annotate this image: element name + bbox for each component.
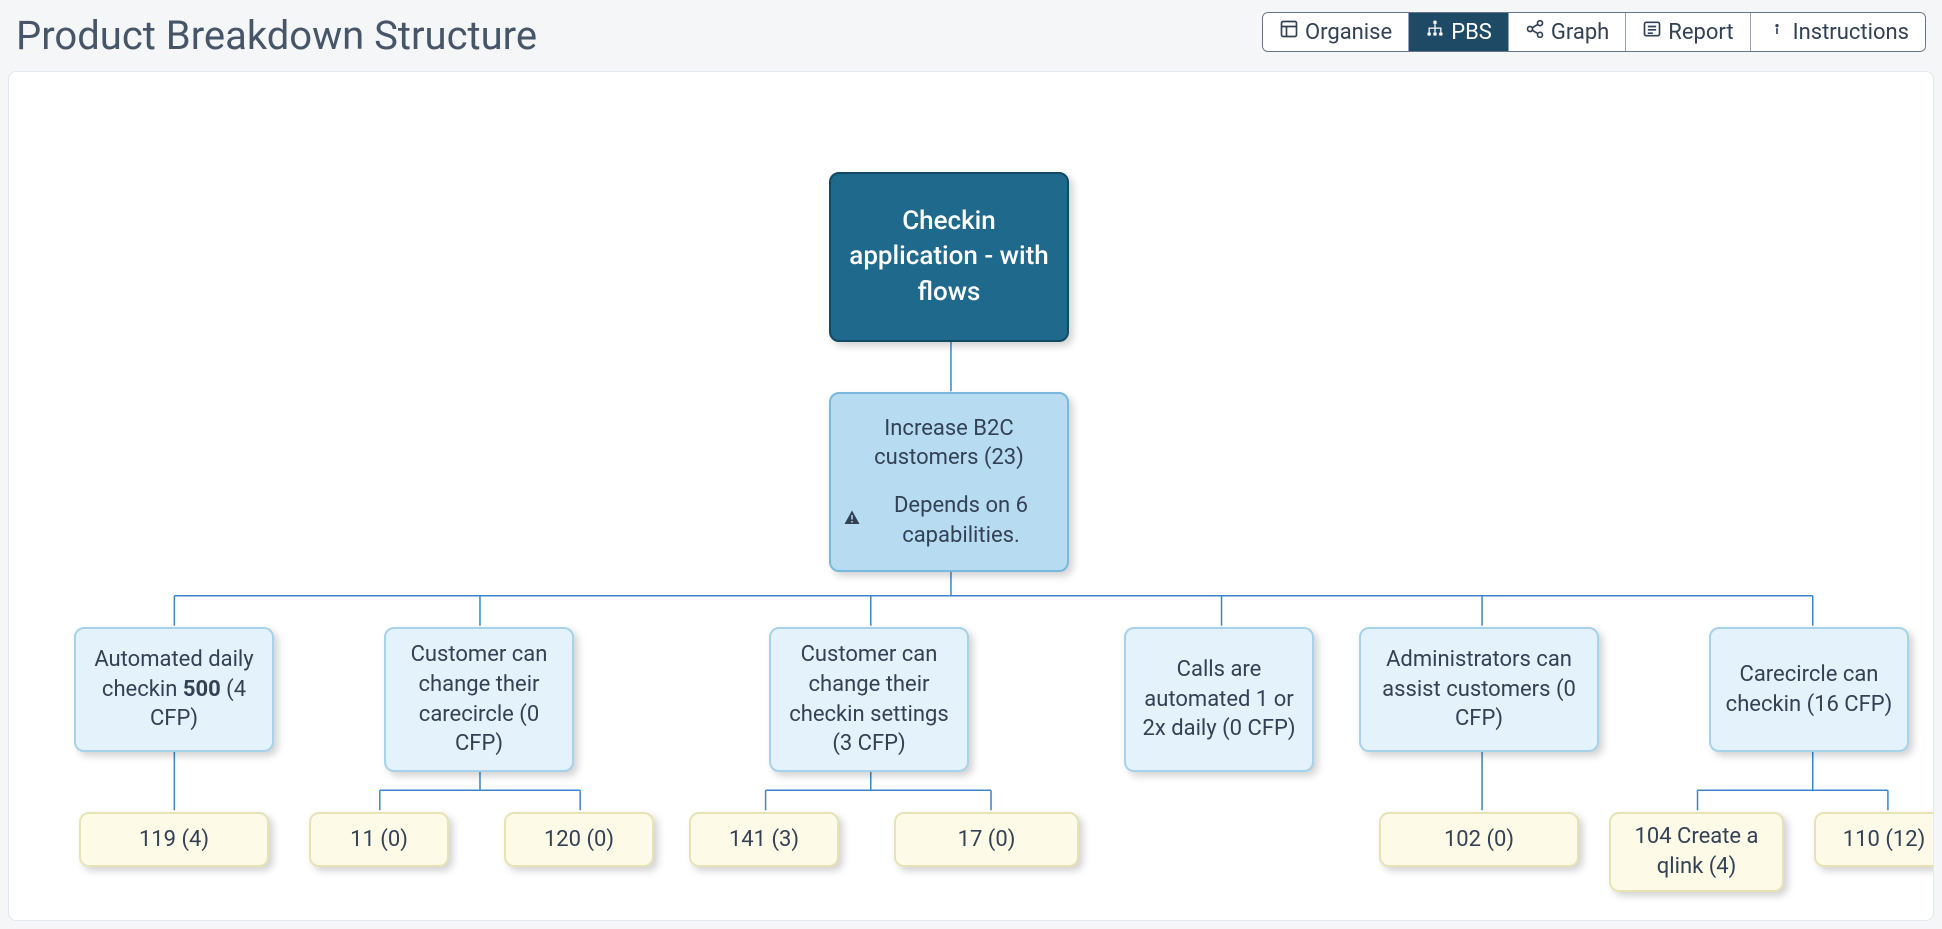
page-title: Product Breakdown Structure [16,12,537,59]
node-label: Administrators can assist customers (0 C… [1373,645,1585,734]
node-label: 110 (12) [1843,825,1925,855]
info-icon [1767,19,1787,45]
node-label: Increase B2C customers (23) [843,414,1055,473]
node-leaf-17[interactable]: 17 (0) [894,812,1079,867]
tab-label: Instructions [1793,20,1909,45]
tab-label: PBS [1451,20,1492,45]
node-root[interactable]: Checkin application - with flows [829,172,1069,342]
node-leaf-119[interactable]: 119 (4) [79,812,269,867]
tab-organise[interactable]: Organise [1263,13,1409,51]
node-cap-change-carecircle[interactable]: Customer can change their carecircle (0 … [384,627,574,772]
node-leaf-102[interactable]: 102 (0) [1379,812,1579,867]
node-cap-automated-checkin[interactable]: Automated daily checkin 500 (4 CFP) [74,627,274,752]
list-icon [1642,19,1662,45]
tab-instructions[interactable]: Instructions [1751,13,1925,51]
warning-icon [843,506,861,536]
node-leaf-141[interactable]: 141 (3) [689,812,839,867]
node-warning: Depends on 6 capabilities. [843,491,1055,550]
node-label: Customer can change their checkin settin… [783,640,955,759]
node-cap-change-settings[interactable]: Customer can change their checkin settin… [769,627,969,772]
layout-icon [1279,19,1299,45]
node-cap-carecircle-checkin[interactable]: Carecircle can checkin (16 CFP) [1709,627,1909,752]
tab-graph[interactable]: Graph [1509,13,1626,51]
node-label: Automated daily checkin 500 (4 CFP) [88,645,260,734]
pbs-canvas: Checkin application - with flows Increas… [8,71,1934,921]
node-label: 104 Create a qlink (4) [1623,822,1770,881]
node-cap-admin-assist[interactable]: Administrators can assist customers (0 C… [1359,627,1599,752]
node-leaf-110[interactable]: 110 (12) [1814,812,1934,867]
node-label: 119 (4) [139,825,209,855]
node-label: 120 (0) [544,825,614,855]
node-label: 141 (3) [729,825,799,855]
sitemap-icon [1425,19,1445,45]
node-label: Calls are automated 1 or 2x daily (0 CFP… [1138,655,1300,744]
node-cap-calls-automated[interactable]: Calls are automated 1 or 2x daily (0 CFP… [1124,627,1314,772]
tab-label: Report [1668,20,1733,45]
node-leaf-11[interactable]: 11 (0) [309,812,449,867]
node-label: 102 (0) [1444,825,1514,855]
node-leaf-120[interactable]: 120 (0) [504,812,654,867]
node-label: Carecircle can checkin (16 CFP) [1723,660,1895,719]
tab-pbs[interactable]: PBS [1409,13,1509,51]
view-tabs: Organise PBS Graph Report Instructions [1262,12,1926,52]
node-label: Checkin application - with flows [843,204,1055,309]
warning-text: Depends on 6 capabilities. [867,491,1055,550]
node-label: 17 (0) [958,825,1016,855]
tab-label: Graph [1551,20,1609,45]
share-icon [1525,19,1545,45]
node-goal[interactable]: Increase B2C customers (23) Depends on 6… [829,392,1069,572]
tab-label: Organise [1305,20,1392,45]
node-label: 11 (0) [350,825,408,855]
tab-report[interactable]: Report [1626,13,1750,51]
node-label: Customer can change their carecircle (0 … [398,640,560,759]
node-leaf-104[interactable]: 104 Create a qlink (4) [1609,812,1784,892]
